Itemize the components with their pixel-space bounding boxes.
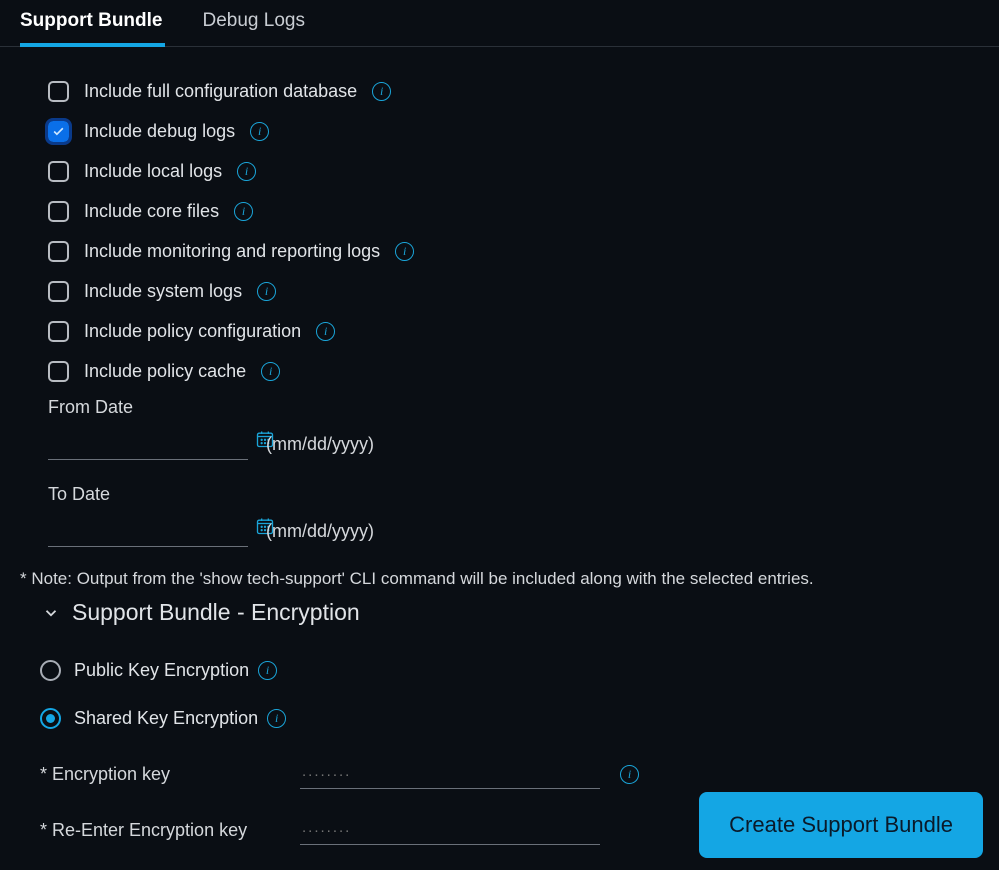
info-icon[interactable] [395,242,414,261]
label-include-system-logs: Include system logs [84,281,242,302]
encryption-options: Public Key Encryption Shared Key Encrypt… [20,646,979,742]
tab-debug-logs[interactable]: Debug Logs [202,10,304,46]
encryption-key-label: * Encryption key [40,764,280,785]
info-icon[interactable] [372,82,391,101]
checkbox-include-policy-config[interactable] [48,321,69,342]
row-shared-key-encryption: Shared Key Encryption [40,694,979,742]
radio-public-key[interactable] [40,660,61,681]
row-include-system-logs: Include system logs [48,271,979,311]
from-date-label: From Date [48,397,979,418]
row-include-full-config: Include full configuration database [48,71,979,111]
from-date-format-hint: (mm/dd/yyyy) [266,434,374,455]
to-date-input[interactable] [48,511,255,541]
tab-support-bundle[interactable]: Support Bundle [20,10,162,46]
label-include-debug-logs: Include debug logs [84,121,235,142]
info-icon[interactable] [257,282,276,301]
checkbox-include-policy-cache[interactable] [48,361,69,382]
label-public-key: Public Key Encryption [74,660,249,681]
row-include-local-logs: Include local logs [48,151,979,191]
row-public-key-encryption: Public Key Encryption [40,646,979,694]
label-include-policy-config: Include policy configuration [84,321,301,342]
to-date-format-hint: (mm/dd/yyyy) [266,521,374,542]
checkbox-include-full-config[interactable] [48,81,69,102]
info-icon[interactable] [250,122,269,141]
row-include-debug-logs: Include debug logs [48,111,979,151]
checkbox-include-system-logs[interactable] [48,281,69,302]
info-icon[interactable] [316,322,335,341]
label-shared-key: Shared Key Encryption [74,708,258,729]
info-icon[interactable] [261,362,280,381]
reenter-key-input[interactable] [300,815,600,845]
info-icon[interactable] [237,162,256,181]
from-date-input[interactable] [48,424,255,454]
info-icon[interactable] [234,202,253,221]
label-include-policy-cache: Include policy cache [84,361,246,382]
encryption-key-input[interactable] [300,759,600,789]
encryption-section-title: Support Bundle - Encryption [72,599,360,626]
info-icon[interactable] [267,709,286,728]
encryption-section-header[interactable]: Support Bundle - Encryption [20,599,979,626]
tab-bar: Support Bundle Debug Logs [0,0,999,47]
to-date-label: To Date [48,484,979,505]
row-include-policy-cache: Include policy cache [48,351,979,391]
to-date-section: To Date (mm/dd/yyyy) [20,484,979,565]
label-include-monitoring-logs: Include monitoring and reporting logs [84,241,380,262]
create-support-bundle-button[interactable]: Create Support Bundle [699,792,983,858]
label-include-full-config: Include full configuration database [84,81,357,102]
checkbox-include-debug-logs[interactable] [48,121,69,142]
note-text: * Note: Output from the 'show tech-suppo… [20,569,979,589]
checkbox-include-local-logs[interactable] [48,161,69,182]
row-include-monitoring-logs: Include monitoring and reporting logs [48,231,979,271]
checkbox-include-core-files[interactable] [48,201,69,222]
label-include-core-files: Include core files [84,201,219,222]
checkbox-include-monitoring-logs[interactable] [48,241,69,262]
label-include-local-logs: Include local logs [84,161,222,182]
row-include-core-files: Include core files [48,191,979,231]
include-options-list: Include full configuration database Incl… [20,71,979,391]
reenter-key-label: * Re-Enter Encryption key [40,820,280,841]
from-date-section: From Date (mm/dd/yyyy) [20,397,979,478]
radio-shared-key[interactable] [40,708,61,729]
chevron-down-icon[interactable] [42,604,60,622]
info-icon[interactable] [620,765,639,784]
info-icon[interactable] [258,661,277,680]
row-include-policy-config: Include policy configuration [48,311,979,351]
